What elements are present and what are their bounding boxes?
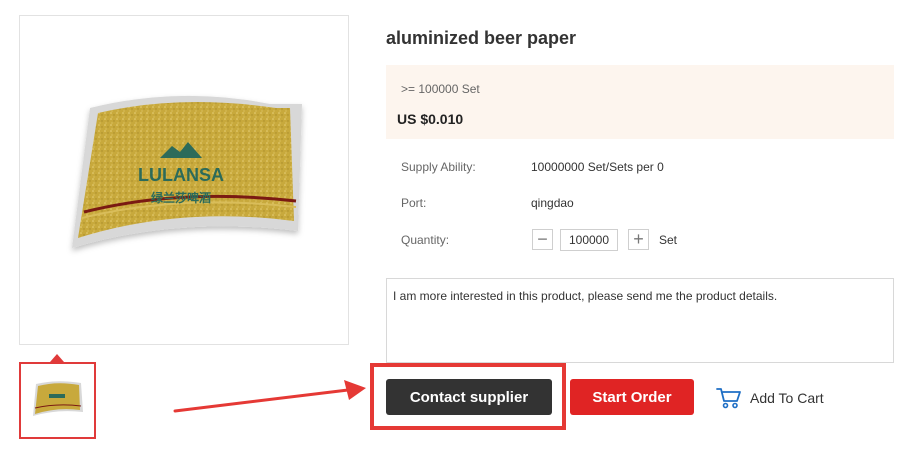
minus-icon: −: [537, 229, 548, 249]
price-tier: >= 100000 Set: [401, 82, 480, 96]
inquiry-message-input[interactable]: I am more interested in this product, pl…: [386, 278, 894, 363]
quantity-label: Quantity:: [401, 233, 450, 247]
product-title: aluminized beer paper: [386, 28, 577, 48]
arrow-annotation: [173, 380, 366, 413]
cart-icon: [716, 388, 741, 409]
start-order-button[interactable]: Start Order: [570, 379, 694, 415]
thumbnail-pointer: [50, 354, 64, 362]
thumbnail-image[interactable]: [19, 362, 96, 439]
price-value: US $0.010: [397, 111, 464, 127]
port-value: qingdao: [531, 196, 574, 210]
product-main-image[interactable]: LULANSA 绿兰莎啤酒: [19, 15, 349, 345]
quantity-increase-button[interactable]: +: [628, 229, 649, 250]
port-label: Port:: [401, 196, 427, 210]
beer-label-image: LULANSA 绿兰莎啤酒: [72, 95, 302, 249]
thumbnail-label-icon: [33, 381, 83, 416]
supply-ability-label: Supply Ability:: [401, 160, 476, 174]
contact-supplier-button[interactable]: Contact supplier: [386, 379, 552, 415]
quantity-input[interactable]: [560, 229, 618, 251]
add-to-cart-button[interactable]: Add To Cart: [716, 384, 824, 412]
label-chinese-text: 绿兰莎啤酒: [151, 190, 211, 205]
plus-icon: +: [633, 229, 644, 249]
add-to-cart-label: Add To Cart: [750, 390, 824, 406]
price-panel: [386, 65, 894, 139]
supply-ability-value: 10000000 Set/Sets per 0: [531, 160, 664, 174]
label-brand-text: LULANSA: [138, 165, 224, 185]
quantity-decrease-button[interactable]: −: [532, 229, 553, 250]
quantity-unit: Set: [659, 233, 678, 247]
